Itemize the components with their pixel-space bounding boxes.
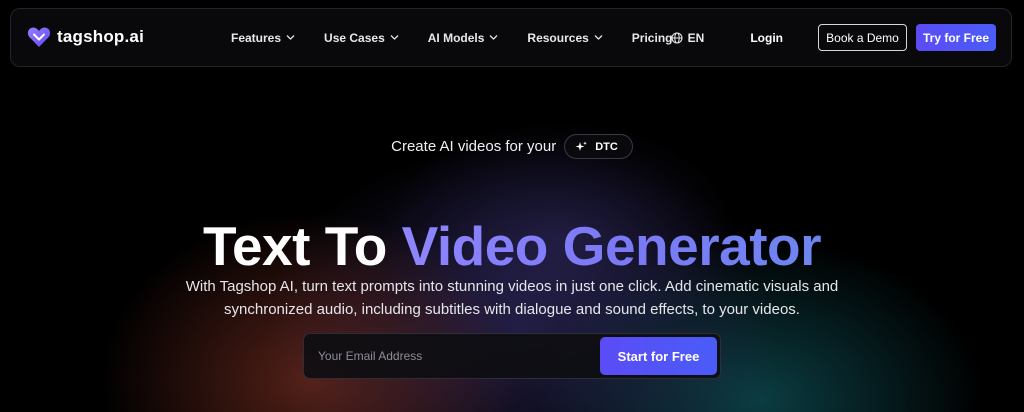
nav-item-label: Features [231, 30, 282, 45]
nav-item-label: Use Cases [324, 30, 385, 45]
page-title: Text To Video Generator [0, 211, 1024, 281]
heart-logo-icon [27, 26, 51, 48]
book-demo-button[interactable]: Book a Demo [818, 24, 907, 51]
subtitle-line-2: synchronized audio, including subtitles … [224, 301, 800, 318]
login-link[interactable]: Login [750, 31, 783, 45]
nav-item-features[interactable]: Features [231, 31, 295, 45]
main-nav: Features Use Cases AI Models Resources P… [231, 9, 672, 66]
chevron-down-icon [594, 35, 603, 40]
try-free-button[interactable]: Try for Free [916, 24, 996, 51]
chevron-down-icon [390, 35, 399, 40]
navbar: tagshop.ai Features Use Cases AI Models … [10, 8, 1012, 67]
chevron-down-icon [490, 35, 498, 40]
headline-part-accent: Video Generator [401, 214, 822, 277]
start-free-button[interactable]: Start for Free [600, 337, 717, 375]
nav-item-label: Pricing [631, 30, 673, 45]
tagline-text: Create AI videos for your [391, 138, 557, 155]
chevron-down-icon [286, 35, 295, 40]
audience-pill: DTC [564, 134, 633, 159]
headline-part-white: Text To [202, 214, 387, 277]
email-signup-form: Start for Free [303, 333, 721, 379]
globe-icon [671, 31, 683, 44]
hero-tagline: Create AI videos for your DTC [0, 134, 1024, 159]
nav-item-use-cases[interactable]: Use Cases [324, 31, 399, 45]
sparkle-icon [575, 141, 588, 151]
language-selector[interactable]: EN [671, 30, 705, 45]
language-label: EN [687, 30, 705, 45]
nav-item-pricing[interactable]: Pricing [632, 31, 673, 45]
brand-name: tagshop.ai [57, 27, 145, 46]
subtitle-line-1: With Tagshop AI, turn text prompts into … [185, 278, 839, 295]
hero-subtitle: With Tagshop AI, turn text prompts into … [170, 275, 854, 321]
nav-actions: EN Login Book a Demo Try for Free [671, 9, 996, 66]
brand-logo[interactable]: tagshop.ai [27, 26, 144, 48]
pill-label: DTC [595, 140, 618, 153]
nav-item-resources[interactable]: Resources [527, 30, 603, 45]
nav-item-label: Resources [527, 30, 589, 45]
nav-item-ai-models[interactable]: AI Models [428, 31, 499, 45]
nav-item-label: AI Models [427, 30, 485, 45]
email-input[interactable] [318, 344, 588, 368]
